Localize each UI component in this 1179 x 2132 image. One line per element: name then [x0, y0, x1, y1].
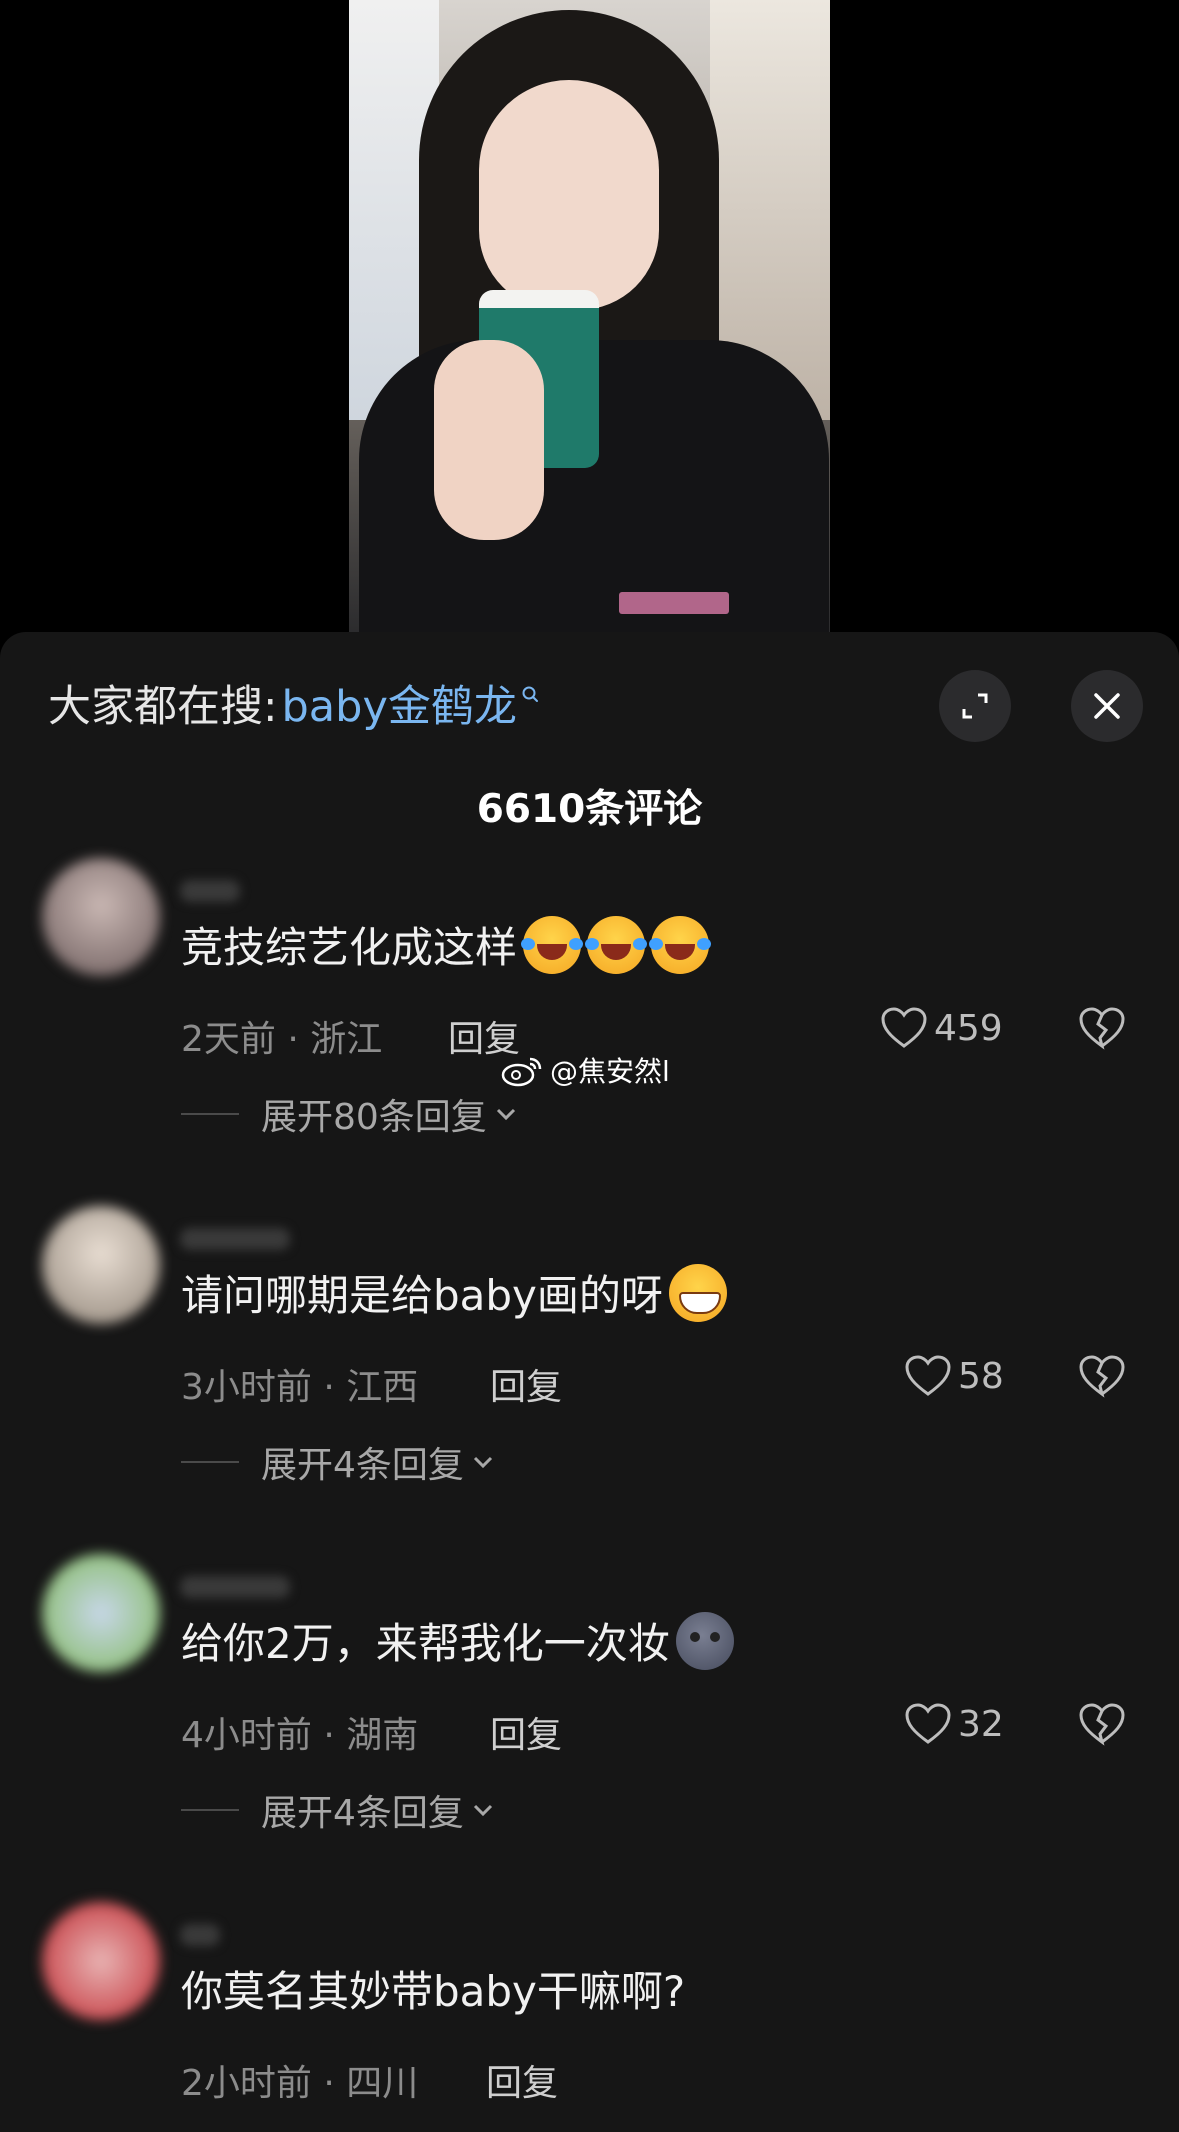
comment-count: 6610条评论: [476, 787, 703, 832]
comment-text: 你莫名其妙带baby干嘛啊?: [181, 1958, 685, 2019]
fullscreen-button[interactable]: [939, 670, 1011, 742]
comment-text-content: 给你2万，来帮我化一次妆: [181, 1619, 670, 1668]
chevron-down-icon: [473, 1456, 492, 1469]
expand-replies-button[interactable]: 展开80条回复: [181, 1088, 519, 1140]
username[interactable]: [180, 1228, 290, 1250]
reply-button[interactable]: 回复: [490, 1706, 562, 1758]
username[interactable]: [180, 880, 240, 902]
broken-heart-icon: [1079, 1007, 1125, 1050]
divider-line: [181, 1113, 239, 1115]
comment-text-content: 竞技综艺化成这样: [181, 923, 518, 972]
dislike-button[interactable]: [1078, 1354, 1126, 1402]
divider-line: [181, 1461, 239, 1463]
comment-time-location: 2小时前 · 四川: [181, 2063, 419, 2104]
jacket-logo: [619, 592, 729, 614]
close-icon: [1094, 693, 1120, 719]
username[interactable]: [180, 1576, 290, 1598]
avatar[interactable]: [42, 1554, 160, 1672]
close-button[interactable]: [1071, 670, 1143, 742]
like-count: 459: [934, 1007, 1003, 1049]
laughing-crying-emoji-icon: [585, 915, 646, 974]
expand-replies-button[interactable]: 展开4条回复: [181, 1784, 496, 1836]
comment-text: 竞技综艺化成这样: [181, 914, 710, 975]
search-keyword[interactable]: baby金鹤龙: [282, 672, 517, 734]
comment-text-content: 请问哪期是给baby画的呀: [181, 1271, 663, 1320]
search-suggestion[interactable]: 大家都在搜: baby金鹤龙: [48, 672, 539, 734]
broken-heart-icon: [1079, 1355, 1125, 1398]
person-hand: [434, 340, 544, 540]
comment-time-location: 4小时前 · 湖南: [181, 1715, 419, 1756]
expand-icon: [962, 693, 988, 719]
expand-replies-label: 展开4条回复: [261, 1445, 464, 1486]
heart-icon: [881, 1007, 927, 1048]
chevron-down-icon: [473, 1804, 492, 1817]
avatar[interactable]: [42, 1902, 160, 2020]
comment-text-content: 你莫名其妙带baby干嘛啊?: [181, 1967, 686, 2016]
comment-time-location: 2天前 · 浙江: [181, 1019, 383, 1060]
person-face: [479, 80, 659, 310]
search-prefix: 大家都在搜:: [48, 682, 278, 732]
avatar[interactable]: [42, 858, 160, 976]
comments-sheet: 大家都在搜: baby金鹤龙 6610条评论 竞技综艺化成这样 2天前 · 浙江…: [0, 632, 1179, 2132]
expand-replies-label: 展开4条回复: [261, 1793, 464, 1834]
username[interactable]: [180, 1924, 220, 1946]
expand-replies-label: 展开80条回复: [261, 1097, 487, 1138]
dislike-button[interactable]: [1078, 1006, 1126, 1054]
divider-line: [181, 1809, 239, 1811]
heart-icon: [905, 1355, 951, 1396]
watermark-text: @焦安然l: [550, 1055, 670, 1088]
chevron-down-icon: [496, 1108, 515, 1121]
reply-button[interactable]: 回复: [486, 2054, 558, 2106]
like-button[interactable]: 58: [904, 1354, 1004, 1398]
avatar[interactable]: [42, 1206, 160, 1324]
reply-button[interactable]: 回复: [490, 1358, 562, 1410]
broken-heart-icon: [1079, 1703, 1125, 1746]
like-count: 58: [958, 1355, 1004, 1397]
expand-replies-button[interactable]: 展开4条回复: [181, 1436, 496, 1488]
weibo-watermark: @焦安然l: [500, 1050, 670, 1090]
like-button[interactable]: 459: [880, 1006, 1003, 1050]
comment-text: 给你2万，来帮我化一次妆: [181, 1610, 734, 1671]
video-frame[interactable]: [349, 0, 830, 640]
grinning-emoji-icon: [668, 1263, 727, 1322]
new-moon-face-emoji-icon: [675, 1611, 734, 1670]
comment-text: 请问哪期是给baby画的呀: [181, 1262, 727, 1323]
like-count: 32: [958, 1703, 1004, 1745]
dislike-button[interactable]: [1078, 1702, 1126, 1750]
heart-icon: [905, 1703, 951, 1744]
video-player[interactable]: [0, 0, 1179, 640]
search-icon: [522, 686, 538, 702]
comment-time-location: 3小时前 · 江西: [181, 1367, 419, 1408]
weibo-icon: [501, 1057, 542, 1087]
laughing-crying-emoji-icon: [649, 915, 710, 974]
laughing-crying-emoji-icon: [521, 915, 582, 974]
like-button[interactable]: 32: [904, 1702, 1004, 1746]
